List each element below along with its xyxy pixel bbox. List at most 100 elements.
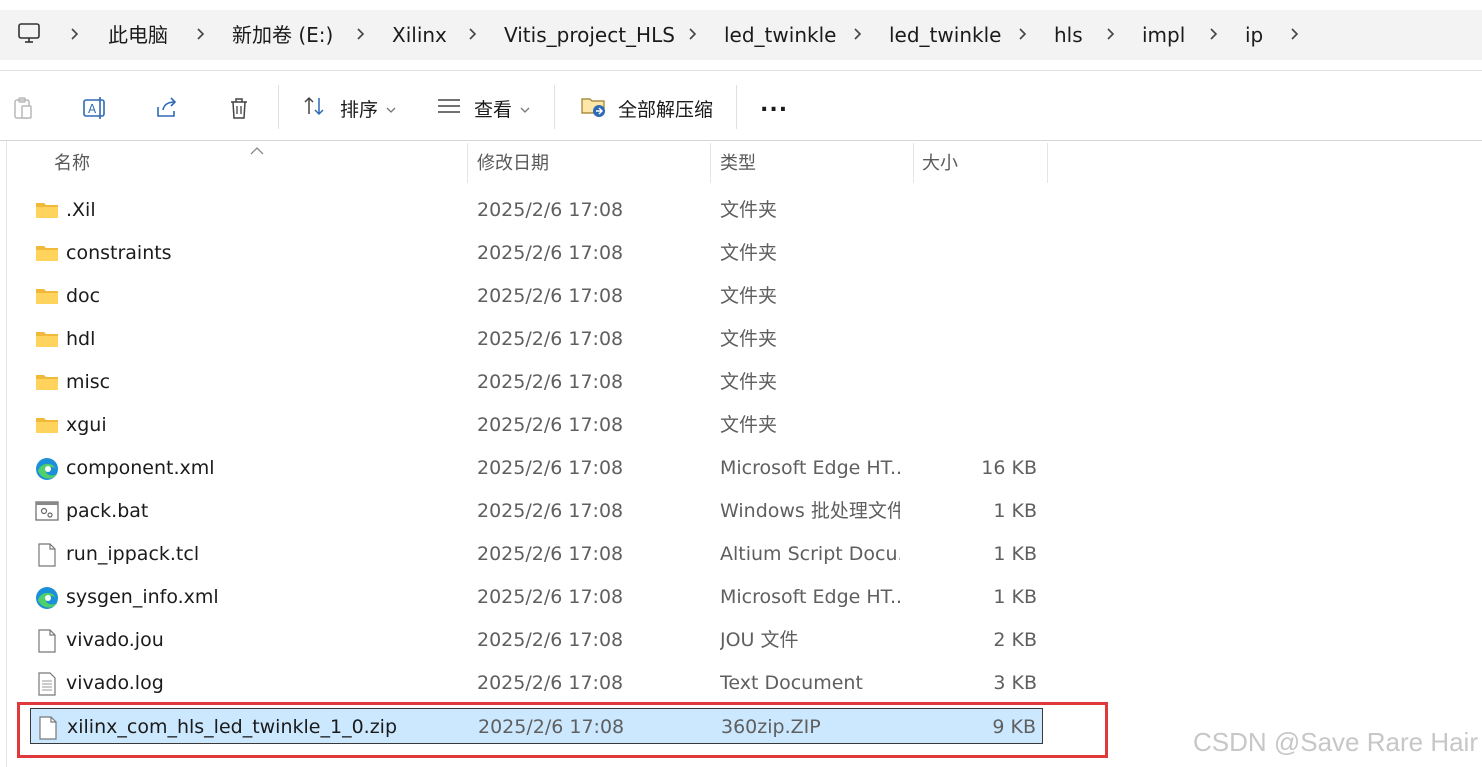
table-row-selected[interactable]: xilinx_com_hls_led_twinkle_1_0.zip 2025/2…: [30, 708, 1043, 744]
batch-file-icon: [34, 499, 60, 523]
file-list: 名称 修改日期 类型 大小 .Xil 2025/2/6 17:08 文件夹 const…: [0, 141, 1482, 767]
breadcrumb-item[interactable]: led_twinkle: [724, 21, 836, 49]
more-options-button[interactable]: ...: [760, 89, 788, 119]
delete-icon[interactable]: [226, 95, 252, 121]
column-header-name[interactable]: 名称: [54, 147, 90, 181]
table-row[interactable]: hdl 2025/2/6 17:08 文件夹: [30, 321, 1043, 357]
folder-icon: [34, 413, 60, 437]
chevron-right-icon[interactable]: [194, 22, 208, 46]
file-size: 1 KB: [993, 500, 1037, 522]
breadcrumb-item[interactable]: 此电脑: [108, 21, 168, 49]
chevron-right-icon[interactable]: [1104, 22, 1118, 46]
file-date: 2025/2/6 17:08: [477, 500, 624, 522]
table-row[interactable]: vivado.jou 2025/2/6 17:08 JOU 文件 2 KB: [30, 622, 1043, 658]
file-icon: [35, 715, 61, 740]
extract-all-label: 全部解压缩: [618, 98, 714, 121]
column-separator[interactable]: [1047, 143, 1048, 183]
breadcrumb-item[interactable]: hls: [1054, 21, 1083, 49]
edge-icon: [34, 456, 60, 480]
chevron-down-icon: [386, 97, 396, 119]
breadcrumb-item[interactable]: Vitis_project_HLS: [504, 21, 675, 49]
column-separator[interactable]: [467, 143, 468, 183]
file-name: misc: [66, 371, 111, 393]
table-row[interactable]: xgui 2025/2/6 17:08 文件夹: [30, 407, 1043, 443]
chevron-right-icon[interactable]: [851, 22, 865, 46]
file-type: 文件夹: [720, 242, 778, 264]
svg-text:A: A: [88, 102, 97, 116]
file-type: 文件夹: [720, 285, 778, 307]
file-size: 2 KB: [993, 629, 1037, 651]
file-date: 2025/2/6 17:08: [477, 328, 624, 350]
file-name: xgui: [66, 414, 107, 436]
table-row[interactable]: .Xil 2025/2/6 17:08 文件夹: [30, 192, 1043, 228]
column-header-size[interactable]: 大小: [922, 147, 958, 181]
table-row[interactable]: misc 2025/2/6 17:08 文件夹: [30, 364, 1043, 400]
file-type: JOU 文件: [720, 629, 799, 651]
file-name: xilinx_com_hls_led_twinkle_1_0.zip: [67, 716, 398, 738]
extract-all-button[interactable]: 全部解压缩: [580, 93, 713, 123]
chevron-right-icon[interactable]: [354, 22, 368, 46]
file-icon: [34, 542, 60, 567]
chevron-right-icon[interactable]: [68, 22, 82, 46]
file-name: sysgen_info.xml: [66, 586, 219, 608]
file-type: 360zip.ZIP: [721, 716, 821, 738]
breadcrumb-item[interactable]: led_twinkle: [889, 21, 1001, 49]
chevron-right-icon[interactable]: [686, 22, 700, 46]
table-row[interactable]: vivado.log 2025/2/6 17:08 Text Document 3 K…: [30, 665, 1043, 701]
breadcrumb-item[interactable]: Xilinx: [392, 21, 447, 49]
table-row[interactable]: pack.bat 2025/2/6 17:08 Windows 批处理文件 1 KB: [30, 493, 1043, 529]
table-row[interactable]: constraints 2025/2/6 17:08 文件夹: [30, 235, 1043, 271]
breadcrumb-item[interactable]: impl: [1142, 21, 1185, 49]
file-date: 2025/2/6 17:08: [477, 371, 624, 393]
file-icon: [34, 628, 60, 653]
file-size: [937, 235, 1037, 271]
table-row[interactable]: doc 2025/2/6 17:08 文件夹: [30, 278, 1043, 314]
sort-ascending-icon: [250, 141, 264, 155]
share-icon[interactable]: [154, 95, 180, 121]
paste-icon[interactable]: [10, 95, 36, 121]
file-name: .Xil: [66, 199, 96, 221]
toolbar-divider: [736, 85, 737, 129]
view-button[interactable]: 查看: [436, 93, 530, 123]
toolbar-divider: [554, 85, 555, 129]
folder-icon: [34, 284, 60, 308]
file-size: 16 KB: [981, 457, 1037, 479]
file-date: 2025/2/6 17:08: [477, 629, 624, 651]
chevron-right-icon[interactable]: [1288, 22, 1302, 46]
this-pc-icon[interactable]: [16, 22, 42, 46]
table-row[interactable]: sysgen_info.xml 2025/2/6 17:08 Microsoft E…: [30, 579, 1043, 615]
file-date: 2025/2/6 17:08: [477, 543, 624, 565]
file-type: Text Document: [720, 672, 863, 694]
sort-button[interactable]: 排序: [302, 93, 396, 123]
chevron-right-icon[interactable]: [466, 22, 480, 46]
chevron-down-icon: [520, 97, 530, 119]
file-size: [937, 407, 1037, 443]
column-header-date[interactable]: 修改日期: [477, 147, 549, 181]
file-type: Altium Script Docu...: [720, 543, 900, 565]
text-file-icon: [34, 671, 60, 696]
column-header-type[interactable]: 类型: [720, 147, 756, 181]
file-name: hdl: [66, 328, 96, 350]
file-name: vivado.jou: [66, 629, 164, 651]
chevron-right-icon[interactable]: [1016, 22, 1030, 46]
file-name: component.xml: [66, 457, 215, 479]
file-date: 2025/2/6 17:08: [477, 199, 624, 221]
breadcrumb-item[interactable]: ip: [1245, 21, 1263, 49]
sort-icon: [302, 94, 328, 123]
edge-icon: [34, 585, 60, 609]
file-size: 3 KB: [993, 672, 1037, 694]
table-row[interactable]: run_ippack.tcl 2025/2/6 17:08 Altium Scrip…: [30, 536, 1043, 572]
folder-icon: [34, 241, 60, 265]
file-date: 2025/2/6 17:08: [477, 457, 624, 479]
file-date: 2025/2/6 17:08: [477, 414, 624, 436]
breadcrumb-item[interactable]: 新加卷 (E:): [232, 21, 333, 49]
watermark: CSDN @Save Rare Hair: [1192, 727, 1478, 757]
chevron-right-icon[interactable]: [1207, 22, 1221, 46]
table-row[interactable]: component.xml 2025/2/6 17:08 Microsoft Edg…: [30, 450, 1043, 486]
file-type: 文件夹: [720, 199, 778, 221]
file-type: Microsoft Edge HT...: [720, 586, 900, 608]
rename-icon[interactable]: A: [82, 95, 108, 121]
column-separator[interactable]: [710, 143, 711, 183]
file-size: [937, 321, 1037, 357]
column-separator[interactable]: [913, 143, 914, 183]
